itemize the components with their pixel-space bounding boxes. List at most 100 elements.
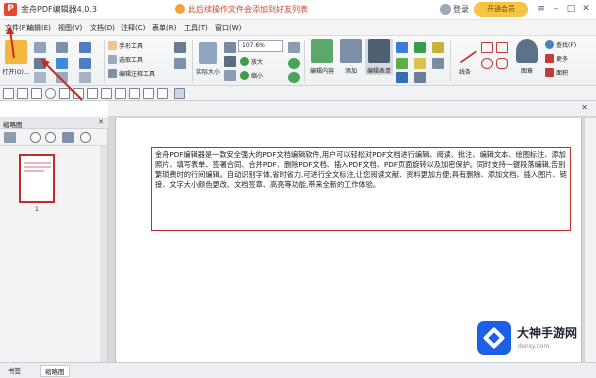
zoom-select[interactable]: 107.6%	[238, 40, 283, 52]
panel-scrollbar[interactable]	[100, 146, 107, 362]
menu-window[interactable]: 窗口(W)	[215, 23, 241, 33]
promo-text[interactable]: 此后续操作文件会添加到好友列表	[188, 4, 308, 15]
zoom-in-thumbnail-icon[interactable]	[45, 132, 56, 143]
listbox-icon[interactable]	[73, 88, 84, 99]
document-close-icon[interactable]: ✕	[581, 103, 588, 112]
user-avatar-icon[interactable]	[440, 4, 451, 15]
textbox-icon[interactable]	[414, 72, 426, 83]
barcode-icon[interactable]	[129, 88, 140, 99]
area-button[interactable]: 面积	[545, 68, 568, 77]
find-icon	[545, 40, 554, 49]
watermark-logo-icon	[477, 321, 511, 355]
crop-icon[interactable]	[56, 72, 68, 83]
note-icon[interactable]	[396, 72, 408, 83]
fit-page-icon[interactable]	[224, 42, 236, 53]
panel-close-icon[interactable]: ✕	[98, 118, 104, 126]
menu-view[interactable]: 视图(V)	[58, 23, 82, 33]
combobox-icon[interactable]	[87, 88, 98, 99]
history-icon[interactable]	[79, 72, 91, 83]
zoom-out-thumbnail-icon[interactable]	[30, 132, 41, 143]
page-number: 1	[35, 206, 39, 213]
camera-icon[interactable]	[174, 42, 186, 53]
fit-width-icon[interactable]	[224, 56, 236, 67]
text-select-icon[interactable]	[17, 88, 28, 99]
edit-form-button[interactable]: 编辑表单	[365, 39, 393, 75]
fit-visible-icon[interactable]	[224, 70, 236, 81]
menu-document[interactable]: 文档(D)	[90, 23, 115, 33]
status-bar: 书签 缩略图	[0, 362, 596, 378]
actual-size-button[interactable]: 实际大小	[194, 42, 222, 76]
zoom-in-button[interactable]: 放大	[240, 57, 263, 66]
line-icon	[452, 40, 478, 64]
title-bar: P 金舟PDF编辑器4.0.3 此后续操作文件会添加到好友列表 登录 开通会员 …	[0, 0, 596, 20]
select-tool-button[interactable]: 选取工具	[108, 55, 143, 64]
rotate-right-icon[interactable]	[288, 72, 300, 83]
typewriter-icon[interactable]	[414, 42, 426, 53]
divider	[192, 40, 193, 82]
hand-icon	[108, 41, 117, 50]
rectangle-icon[interactable]	[481, 42, 493, 53]
magnifier-icon[interactable]	[288, 42, 300, 53]
zoom-out-button[interactable]: 缩小	[240, 71, 263, 80]
button-field-icon[interactable]	[101, 88, 112, 99]
minimize-icon[interactable]: –	[550, 2, 562, 16]
menu-icon[interactable]: ≡	[535, 2, 547, 16]
page-view-icon[interactable]	[174, 58, 186, 69]
table-field-icon[interactable]	[157, 88, 168, 99]
edit-content-button[interactable]: 编辑内容	[307, 39, 337, 75]
login-link[interactable]: 登录	[453, 4, 469, 15]
edit-annotation-tool-button[interactable]: 编辑注释工具	[108, 69, 155, 78]
close-icon[interactable]: ✕	[580, 2, 592, 16]
link-icon[interactable]	[432, 58, 444, 69]
tab-thumbnails[interactable]: 缩略图	[40, 365, 70, 377]
redo-icon[interactable]	[79, 58, 91, 69]
tab-bookmarks[interactable]: 书签	[4, 365, 25, 377]
email-icon[interactable]	[34, 72, 46, 83]
ellipse-icon[interactable]	[481, 58, 493, 69]
thumb-text-line	[24, 170, 44, 172]
menu-file[interactable]: 文件(F)	[5, 23, 29, 33]
settings-icon[interactable]	[4, 132, 16, 143]
menu-form[interactable]: 表单(R)	[152, 23, 176, 33]
undo-icon[interactable]	[79, 42, 91, 53]
menu-edit[interactable]: 编辑(E)	[27, 23, 51, 33]
signature-field-icon[interactable]	[115, 88, 126, 99]
highlight-icon[interactable]	[396, 58, 408, 69]
app-logo-icon: P	[4, 3, 17, 16]
stamp-button[interactable]: 图章	[513, 39, 541, 75]
active-tool-icon[interactable]	[174, 88, 185, 99]
cursor-icon	[108, 55, 117, 64]
vip-button[interactable]: 开通会员	[474, 2, 528, 17]
add-button[interactable]: 添加	[339, 39, 363, 75]
open-button[interactable]: 打开(O)...	[2, 40, 30, 76]
image-field-icon[interactable]	[143, 88, 154, 99]
callout-icon[interactable]	[414, 58, 426, 69]
sticky-icon[interactable]	[432, 42, 444, 53]
text-tool-icon[interactable]	[396, 42, 408, 53]
insert-page-icon[interactable]	[62, 132, 74, 143]
hand-tool-button[interactable]: 手形工具	[108, 41, 143, 50]
rotate-icon[interactable]	[56, 58, 68, 69]
cloud-icon[interactable]	[496, 58, 508, 69]
find-button[interactable]: 查找(F)	[545, 40, 576, 49]
document-tab-bar: ✕	[108, 101, 596, 117]
page-icon[interactable]	[56, 42, 68, 53]
rotate-thumbnail-icon[interactable]	[80, 132, 91, 143]
save-icon[interactable]	[34, 42, 46, 53]
measure-button[interactable]: 更多	[545, 54, 568, 63]
maximize-icon[interactable]: □	[565, 2, 577, 16]
lines-button[interactable]: 线条	[452, 39, 478, 76]
select-arrow-icon[interactable]	[3, 88, 14, 99]
checkbox-field-icon[interactable]	[31, 88, 42, 99]
page-thumbnail[interactable]	[19, 154, 55, 203]
textfield-icon[interactable]	[59, 88, 70, 99]
menu-comment[interactable]: 注释(C)	[121, 23, 145, 33]
polygon-icon[interactable]	[496, 42, 508, 53]
radio-field-icon[interactable]	[45, 88, 56, 99]
selected-text-block[interactable]: 金舟PDF编辑器是一款安全强大的PDF文档编辑软件,用户可以轻松对PDF文档进行…	[151, 147, 571, 231]
menu-tools[interactable]: 工具(T)	[184, 23, 208, 33]
print-icon[interactable]	[34, 58, 46, 69]
watermark: 大神手游网 dsnsy.com	[477, 319, 592, 359]
rotate-left-icon[interactable]	[288, 58, 300, 69]
area-icon	[545, 68, 554, 77]
